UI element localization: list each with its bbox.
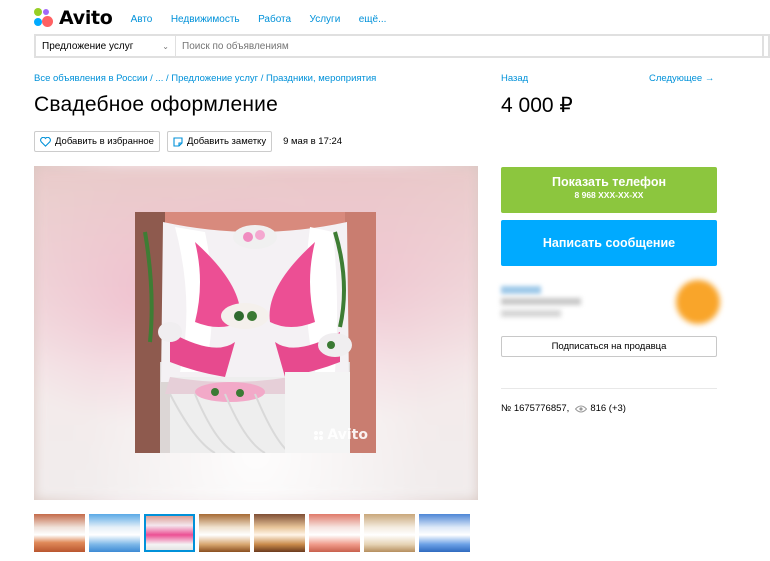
thumbnail[interactable] — [34, 514, 85, 552]
thumbnail[interactable] — [199, 514, 250, 552]
thumbnail[interactable] — [364, 514, 415, 552]
show-phone-button[interactable]: Показать телефон 8 968 XXX-XX-XX — [501, 167, 717, 213]
back-link[interactable]: Назад — [501, 73, 528, 84]
seller-details-blurred — [501, 310, 561, 317]
nav-link-realty[interactable]: Недвижимость — [171, 14, 240, 25]
heart-icon — [40, 136, 51, 147]
divider — [501, 388, 717, 389]
category-select[interactable]: Предложение услуг ⌄ — [36, 36, 176, 56]
listing-price: 4 000 ₽ — [501, 94, 573, 117]
chevron-down-icon: ⌄ — [162, 41, 169, 51]
nav-link-more[interactable]: ещё... — [359, 14, 387, 25]
listing-date: 9 мая в 17:24 — [283, 136, 343, 147]
category-select-value: Предложение услуг — [42, 40, 134, 52]
thumbnail[interactable] — [419, 514, 470, 552]
thumbnail-strip — [34, 514, 474, 552]
nav-link-auto[interactable]: Авто — [131, 14, 153, 25]
search-input[interactable] — [176, 36, 762, 56]
seller-name-blurred — [501, 286, 541, 294]
add-note-label: Добавить заметку — [186, 136, 267, 147]
nav-link-services[interactable]: Услуги — [310, 14, 341, 25]
logo-text: Avito — [59, 7, 113, 29]
listing-number: № 1675776857, — [501, 403, 570, 414]
add-note-button[interactable]: Добавить заметку — [166, 131, 273, 152]
seller-avatar[interactable] — [676, 280, 720, 324]
show-phone-label: Показать телефон — [551, 175, 667, 189]
thumbnail[interactable] — [254, 514, 305, 552]
thumbnail[interactable] — [309, 514, 360, 552]
top-nav: Авто Недвижимость Работа Услуги ещё... — [131, 9, 401, 27]
avito-logo[interactable]: Avito — [34, 7, 113, 29]
thumbnail[interactable] — [144, 514, 195, 552]
search-button[interactable] — [762, 36, 768, 56]
listing-title: Свадебное оформление — [34, 93, 278, 116]
seller-info-blurred[interactable] — [501, 280, 720, 326]
logo-dots-icon — [34, 8, 54, 28]
thumbnail[interactable] — [89, 514, 140, 552]
site-header: Avito Авто Недвижимость Работа Услуги ещ… — [34, 6, 400, 30]
listing-meta: № 1675776857, 816 (+3) — [501, 403, 626, 414]
breadcrumb[interactable]: Все объявления в России / ... / Предложе… — [34, 73, 376, 84]
next-link[interactable]: Следующее → — [649, 73, 714, 84]
write-message-button[interactable]: Написать сообщение — [501, 220, 717, 266]
search-bar: Предложение услуг ⌄ — [34, 34, 770, 58]
add-favorite-label: Добавить в избранное — [55, 136, 154, 147]
phone-masked: 8 968 XXX-XX-XX — [574, 190, 644, 200]
note-icon — [173, 136, 183, 147]
main-photo[interactable]: Avito — [135, 212, 376, 453]
image-gallery[interactable]: Avito — [34, 166, 478, 500]
subscribe-seller-button[interactable]: Подписаться на продавца — [501, 336, 717, 357]
views-count: 816 (+3) — [590, 403, 626, 414]
nav-link-jobs[interactable]: Работа — [258, 14, 291, 25]
photo-watermark: Avito — [313, 427, 368, 443]
eye-icon — [575, 405, 588, 413]
watermark-dots-icon — [313, 430, 324, 440]
watermark-text: Avito — [327, 427, 368, 443]
add-favorite-button[interactable]: Добавить в избранное — [34, 131, 160, 152]
seller-details-blurred — [501, 298, 581, 305]
listing-actions: Добавить в избранное Добавить заметку 9 … — [34, 131, 342, 152]
